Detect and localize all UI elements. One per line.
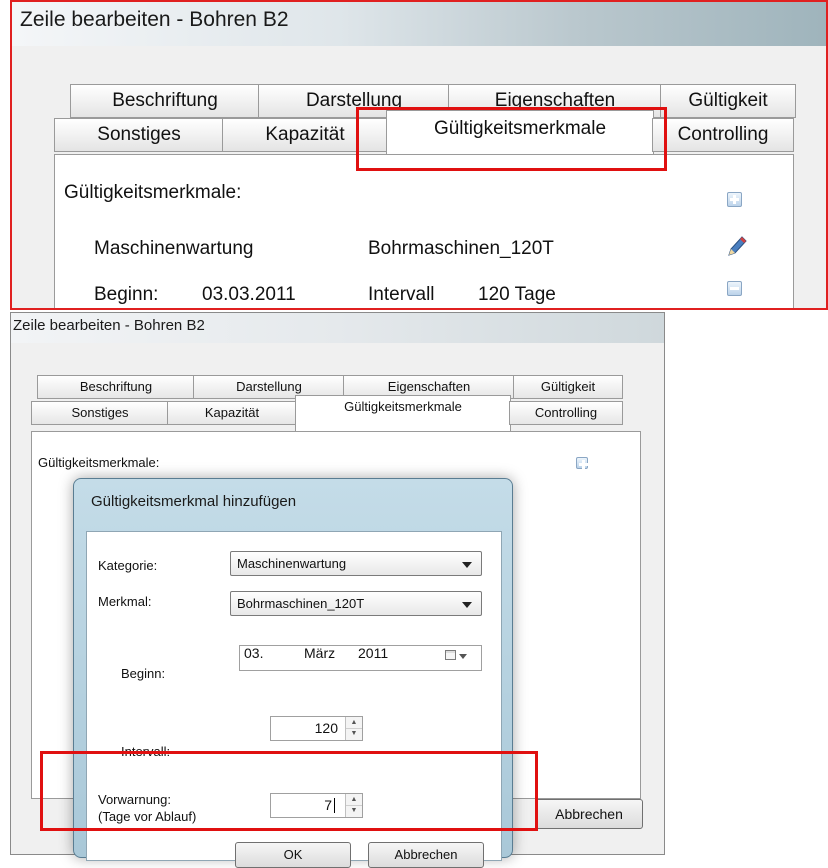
- tab-beschriftung-bottom[interactable]: Beschriftung: [37, 375, 195, 399]
- beginn-datepicker[interactable]: 03. März 2011: [239, 645, 482, 671]
- window-title: Zeile bearbeiten - Bohren B2: [20, 8, 289, 31]
- kategorie-select[interactable]: Maschinenwartung: [230, 551, 482, 576]
- minus-icon[interactable]: [727, 281, 742, 296]
- kategorie-label: Kategorie:: [98, 558, 158, 573]
- beginn-month[interactable]: März: [304, 642, 335, 665]
- top-title-bar: Zeile bearbeiten - Bohren B2: [12, 2, 826, 46]
- tab-sonstiges[interactable]: Sonstiges: [54, 118, 224, 152]
- section-label-bottom: Gültigkeitsmerkmale:: [38, 455, 160, 470]
- entry-interval-label: Intervall: [368, 284, 435, 305]
- intervall-value[interactable]: 120: [315, 717, 338, 740]
- tab-controlling-bottom[interactable]: Controlling: [509, 401, 623, 425]
- spin-down-icon[interactable]: ▼: [346, 728, 362, 739]
- spin-buttons[interactable]: ▲ ▼: [345, 717, 362, 740]
- beginn-year[interactable]: 2011: [358, 642, 388, 665]
- tab-gueltigkeit[interactable]: Gültigkeit: [660, 84, 796, 118]
- plus-icon[interactable]: [727, 192, 742, 207]
- cancel-button-bottom[interactable]: Abbrechen: [535, 799, 643, 829]
- tab-gueltigkeit-bottom[interactable]: Gültigkeit: [513, 375, 623, 399]
- ok-button[interactable]: OK: [235, 842, 351, 868]
- entry-category: Maschinenwartung: [94, 238, 254, 259]
- beginn-day[interactable]: 03.: [244, 642, 263, 665]
- kategorie-value: Maschinenwartung: [237, 556, 347, 571]
- tab-gueltigkeitsmerkmale-bottom[interactable]: Gültigkeitsmerkmale: [295, 395, 511, 433]
- bottom-title-bar: Zeile bearbeiten - Bohren B2: [11, 313, 664, 343]
- dialog-title: Gültigkeitsmerkmal hinzufügen: [91, 493, 297, 510]
- section-label: Gültigkeitsmerkmale:: [64, 182, 242, 203]
- window-title-bottom: Zeile bearbeiten - Bohren B2: [13, 317, 205, 334]
- tab-sonstiges-bottom[interactable]: Sonstiges: [31, 401, 169, 425]
- edit-pencil-icon[interactable]: [724, 234, 748, 260]
- merkmal-value: Bohrmaschinen_120T: [237, 596, 365, 611]
- entry-begin-value: 03.03.2011: [202, 284, 296, 305]
- entry-interval-value: 120 Tage: [478, 284, 556, 305]
- entry-feature: Bohrmaschinen_120T: [368, 238, 554, 259]
- entry-begin-label: Beginn:: [94, 284, 159, 305]
- highlight-vorwarnung: [40, 751, 538, 831]
- merkmal-label: Merkmal:: [98, 594, 152, 609]
- beginn-label: Beginn:: [121, 666, 166, 681]
- tab-controlling[interactable]: Controlling: [652, 118, 794, 152]
- merkmal-select[interactable]: Bohrmaschinen_120T: [230, 591, 482, 616]
- tab-kapazitaet-bottom[interactable]: Kapazität: [167, 401, 297, 425]
- tab-beschriftung[interactable]: Beschriftung: [70, 84, 260, 118]
- calendar-icon[interactable]: [445, 650, 456, 660]
- highlight-active-tab: [356, 107, 667, 171]
- intervall-stepper[interactable]: 120 ▲ ▼: [270, 716, 363, 741]
- chevron-down-icon: [462, 562, 472, 568]
- chevron-down-icon: [462, 602, 472, 608]
- chevron-down-icon[interactable]: [459, 654, 467, 659]
- plus-icon-bottom[interactable]: [576, 457, 588, 469]
- cancel-button[interactable]: Abbrechen: [368, 842, 484, 868]
